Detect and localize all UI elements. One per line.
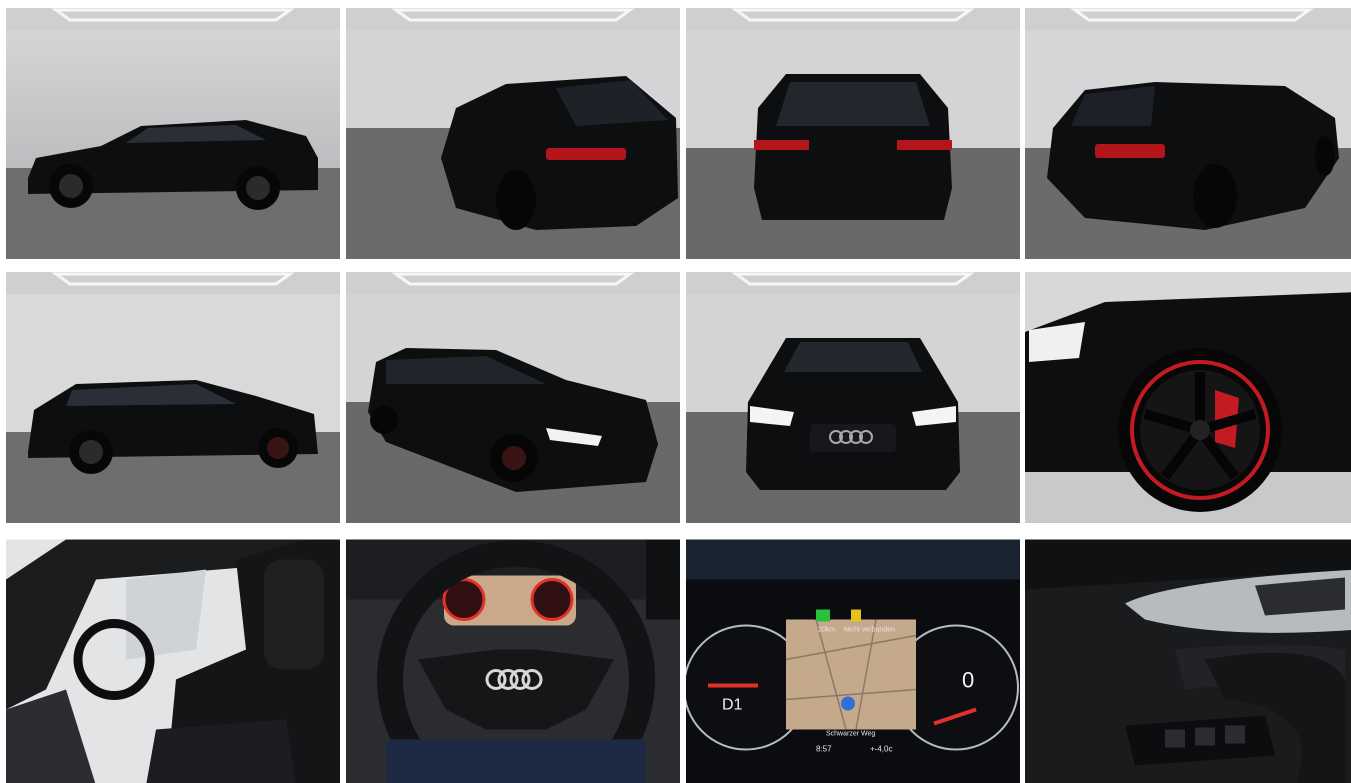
car-rear-three-quarter-left-image xyxy=(346,8,680,259)
connection-status: Nicht verbunden xyxy=(844,627,895,634)
range-readout: 20km xyxy=(818,627,835,634)
photo-exterior-rear-three-quarter-left[interactable] xyxy=(346,8,680,259)
gear-indicator: D1 xyxy=(722,697,743,714)
speed-readout: 0 xyxy=(962,668,974,693)
car-rear-image xyxy=(686,8,1020,259)
car-side-right-image xyxy=(6,272,340,523)
outside-temperature: +-4,0c xyxy=(870,745,892,754)
car-front-three-quarter-left-image xyxy=(346,272,680,523)
steering-wheel-image xyxy=(346,539,680,783)
photo-interior-driver-seat[interactable] xyxy=(6,537,340,783)
car-front-image xyxy=(686,272,1020,523)
photo-instrument-cluster[interactable]: D1 0 20km Nicht verbunden Schwarzer Weg … xyxy=(686,537,1020,783)
photo-exterior-front[interactable] xyxy=(686,272,1020,523)
photo-gallery: D1 0 20km Nicht verbunden Schwarzer Weg … xyxy=(0,0,1351,783)
clock-readout: 8:57 xyxy=(816,745,832,754)
photo-exterior-side-left[interactable] xyxy=(6,8,340,259)
photo-exterior-rear-three-quarter-right[interactable] xyxy=(1025,8,1351,259)
photo-door-panel[interactable] xyxy=(1025,537,1351,783)
photo-steering-wheel[interactable] xyxy=(346,537,680,783)
photo-wheel-detail[interactable] xyxy=(1025,272,1351,523)
photo-exterior-side-right[interactable] xyxy=(6,272,340,523)
car-side-left-image xyxy=(6,8,340,259)
wheel-closeup-image xyxy=(1025,272,1351,523)
door-panel-image xyxy=(1025,539,1351,783)
photo-exterior-front-three-quarter-left[interactable] xyxy=(346,272,680,523)
car-rear-three-quarter-right-image xyxy=(1025,8,1351,259)
instrument-cluster-image: D1 0 20km Nicht verbunden Schwarzer Weg … xyxy=(686,539,1020,783)
interior-seat-image xyxy=(6,539,340,783)
photo-exterior-rear[interactable] xyxy=(686,8,1020,259)
street-name: Schwarzer Weg xyxy=(826,731,875,738)
